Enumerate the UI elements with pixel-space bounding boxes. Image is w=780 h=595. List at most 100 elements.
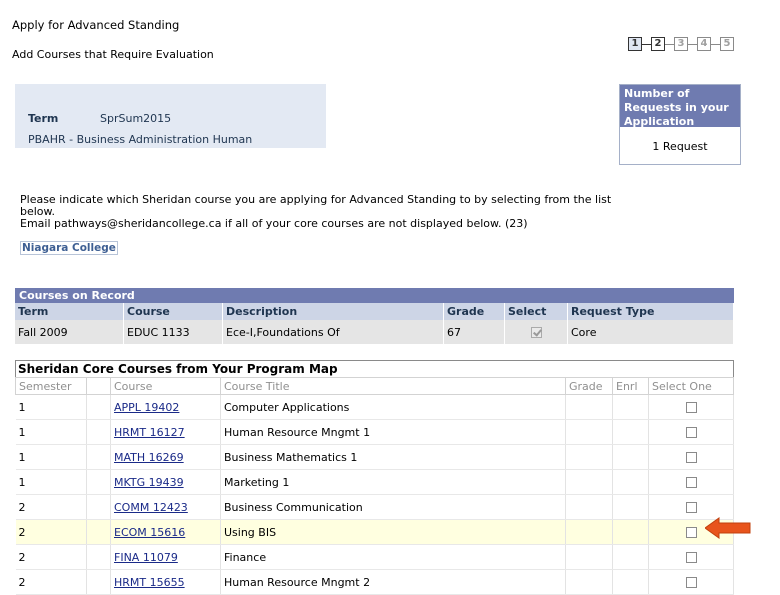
step-connector [711,43,720,45]
core-course-link[interactable]: FINA 11079 [114,551,178,564]
requests-count: 1 Request [652,140,708,153]
core-courses-caption: Sheridan Core Courses from Your Program … [16,361,733,378]
select-one-checkbox[interactable] [685,502,697,513]
core-grade [565,544,613,570]
core-spacer [86,569,111,595]
col-enrl: Enrl [612,377,649,395]
core-grade [565,519,613,545]
table-row: 2 ECOM 15616 Using BIS [15,519,734,545]
col-course: Course [110,377,221,395]
select-one-checkbox[interactable] [685,402,697,413]
core-grade [565,444,613,470]
page-title: Apply for Advanced Standing [12,18,180,32]
core-course-title: Marketing 1 [220,469,566,495]
step-3: 3 [674,37,688,51]
record-grade: 67 [443,320,505,344]
core-semester: 2 [15,544,87,570]
select-one-checkbox[interactable] [685,577,697,588]
term-value: SprSum2015 [100,112,172,125]
col-grade: Grade [565,377,613,395]
arrow-left-icon [705,517,751,539]
core-course-title: Computer Applications [220,394,566,420]
core-course-title: Finance [220,544,566,570]
table-row: 2 HRMT 15655 Human Resource Mngmt 2 [15,569,734,595]
core-semester: 2 [15,519,87,545]
core-grade [565,394,613,420]
col-course: Course [123,303,223,320]
step-4: 4 [697,37,711,51]
col-request-type: Request Type [567,303,734,320]
select-one-checkbox[interactable] [685,527,697,538]
step-connector [688,43,697,45]
college-link[interactable]: Niagara College [20,241,118,255]
col-term: Term [15,303,124,320]
record-request-type: Core [567,320,734,344]
select-one-checkbox[interactable] [685,452,697,463]
core-grade [565,469,613,495]
core-spacer [86,444,111,470]
core-course-link[interactable]: MKTG 19439 [114,476,184,489]
core-enrl [612,444,649,470]
core-semester: 1 [15,394,87,420]
core-course-link[interactable]: MATH 16269 [114,451,184,464]
table-row: 1 HRMT 16127 Human Resource Mngmt 1 [15,419,734,445]
core-semester: 1 [15,444,87,470]
core-spacer [86,519,111,545]
core-spacer [86,494,111,520]
core-course-title: Using BIS [220,519,566,545]
table-row: 2 COMM 12423 Business Communication [15,494,734,520]
core-course-title: Human Resource Mngmt 1 [220,419,566,445]
program-name: PBAHR - Business Administration Human [28,133,253,146]
record-description: Ece-I,Foundations Of [222,320,444,344]
core-enrl [612,419,649,445]
record-term: Fall 2009 [15,320,124,344]
step-2[interactable]: 2 [651,37,665,51]
core-grade [565,419,613,445]
core-course-link[interactable]: ECOM 15616 [114,526,185,539]
select-one-checkbox[interactable] [685,477,697,488]
courses-on-record-table: Courses on Record Term Course Descriptio… [15,288,734,344]
core-enrl [612,394,649,420]
core-course-title: Business Mathematics 1 [220,444,566,470]
core-course-link[interactable]: COMM 12423 [114,501,188,514]
core-courses-table: Semester Course Course Title Grade Enrl … [15,377,734,595]
col-spacer [86,377,111,395]
col-description: Description [222,303,444,320]
core-grade [565,569,613,595]
col-semester: Semester [15,377,87,395]
core-enrl [612,569,649,595]
core-course-link[interactable]: HRMT 15655 [114,576,185,589]
requests-box: Number of Requests in your Application 1… [619,84,741,165]
core-spacer [86,469,111,495]
select-one-checkbox[interactable] [685,552,697,563]
term-label: Term [28,112,59,125]
core-course-link[interactable]: HRMT 16127 [114,426,185,439]
select-one-checkbox[interactable] [685,427,697,438]
core-course-title: Business Communication [220,494,566,520]
step-5: 5 [720,37,734,51]
instructions: Please indicate which Sheridan course yo… [20,194,630,230]
core-course-link[interactable]: APPL 19402 [114,401,179,414]
table-row: Fall 2009 EDUC 1133 Ece-I,Foundations Of… [15,320,734,344]
core-enrl [612,494,649,520]
core-spacer [86,394,111,420]
core-semester: 1 [15,419,87,445]
core-semester: 2 [15,569,87,595]
table-row: 1 MKTG 19439 Marketing 1 [15,469,734,495]
step-connector [665,43,674,45]
core-semester: 2 [15,494,87,520]
page-subtitle: Add Courses that Require Evaluation [12,48,214,61]
record-select-checkbox [530,327,542,338]
step-connector [642,43,651,45]
core-enrl [612,469,649,495]
table-row: 1 APPL 19402 Computer Applications [15,394,734,420]
core-enrl [612,519,649,545]
instructions-line-1: Please indicate which Sheridan course yo… [20,193,612,218]
instructions-line-2: Email pathways@sheridancollege.ca if all… [20,217,528,230]
core-spacer [86,419,111,445]
core-grade [565,494,613,520]
record-course: EDUC 1133 [123,320,223,344]
col-grade: Grade [443,303,505,320]
step-1[interactable]: 1 [628,37,642,51]
requests-header: Number of Requests in your Application [620,85,740,128]
